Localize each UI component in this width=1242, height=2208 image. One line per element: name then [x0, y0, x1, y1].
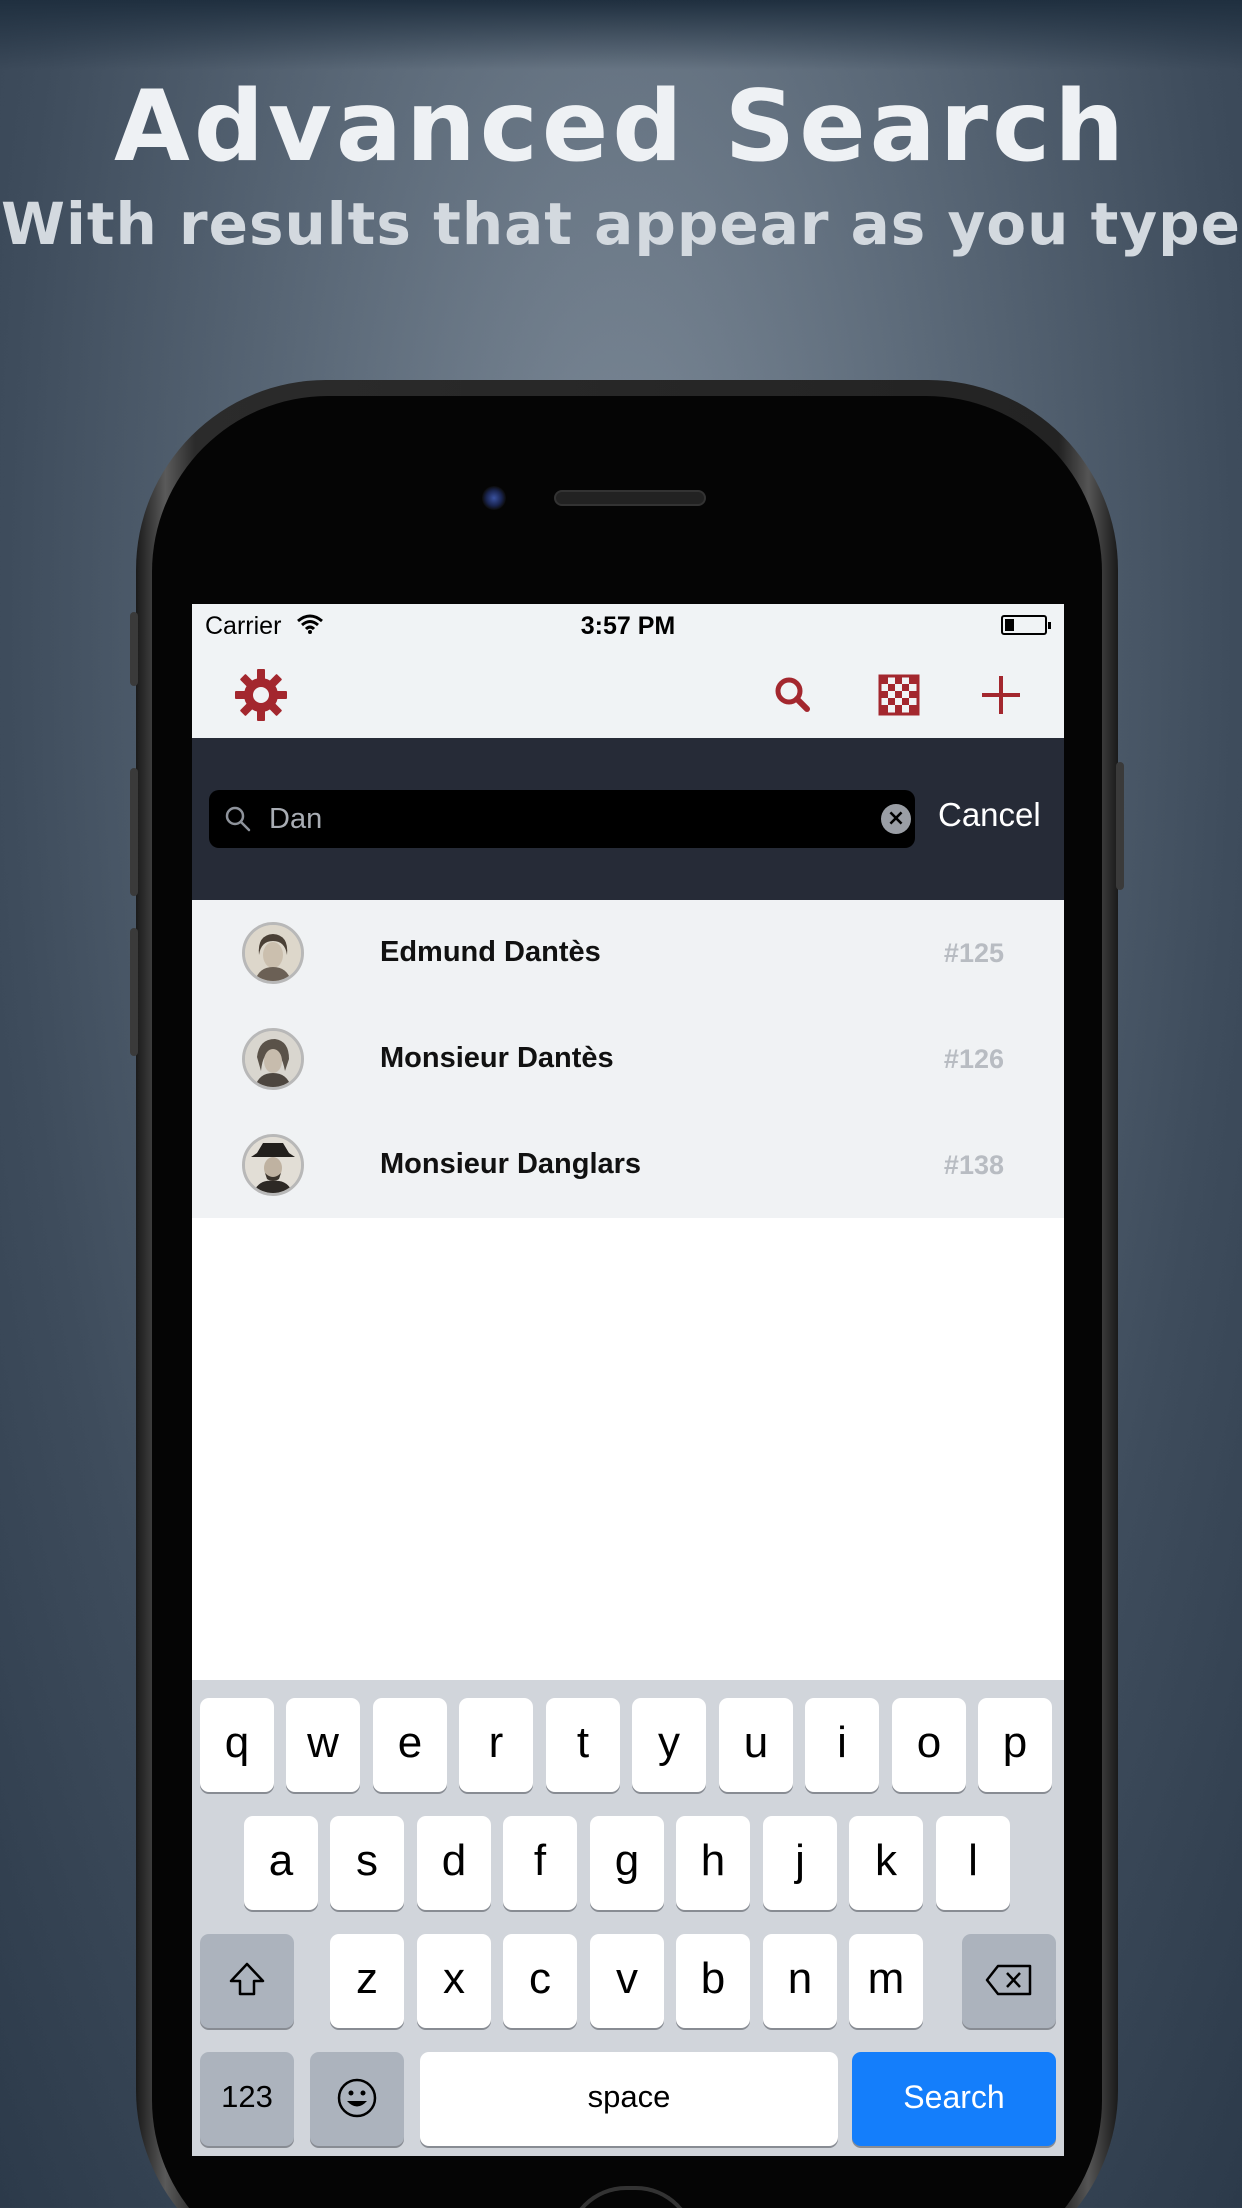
checkerboard-icon[interactable]	[872, 668, 926, 722]
key-m[interactable]: m	[849, 1934, 923, 2028]
key-p[interactable]: p	[978, 1698, 1052, 1792]
key-q[interactable]: q	[200, 1698, 274, 1792]
phone-screen: Carrier 3:57 PM Dan × Cancel Edmund Dant…	[192, 604, 1064, 2156]
search-field[interactable]: ×	[209, 790, 915, 848]
search-icon[interactable]	[766, 668, 820, 722]
top-shade	[0, 0, 1242, 70]
key-g[interactable]: g	[590, 1816, 664, 1910]
key-k[interactable]: k	[849, 1816, 923, 1910]
promo-subtitle: With results that appear as you type	[0, 190, 1242, 258]
key-l[interactable]: l	[936, 1816, 1010, 1910]
gear-icon[interactable]	[234, 668, 288, 722]
result-row[interactable]: Monsieur Dantès #126	[192, 1006, 1064, 1112]
numbers-key[interactable]: 123	[200, 2052, 294, 2146]
clock: 3:57 PM	[580, 612, 676, 640]
result-name: Monsieur Danglars	[380, 1148, 642, 1180]
key-j[interactable]: j	[763, 1816, 837, 1910]
search-key[interactable]: Search	[852, 2052, 1056, 2146]
key-i[interactable]: i	[805, 1698, 879, 1792]
front-camera	[482, 486, 506, 510]
search-field-magnifier-icon	[223, 804, 253, 838]
clear-text-icon[interactable]: ×	[881, 804, 911, 834]
key-v[interactable]: v	[590, 1934, 664, 2028]
key-a[interactable]: a	[244, 1816, 318, 1910]
keyboard: q w e r t y u i o p a s d f g h j k l z …	[192, 1680, 1064, 2156]
avatar	[242, 922, 304, 984]
cancel-button[interactable]: Cancel	[938, 796, 1041, 834]
mute-switch	[130, 612, 138, 686]
avatar	[242, 1028, 304, 1090]
key-x[interactable]: x	[417, 1934, 491, 2028]
emoji-icon	[337, 2078, 377, 2118]
delete-key[interactable]	[962, 1934, 1056, 2028]
power-button	[1116, 762, 1124, 890]
emoji-key[interactable]	[310, 2052, 404, 2146]
result-row[interactable]: Monsieur Danglars #138	[192, 1112, 1064, 1218]
key-u[interactable]: u	[719, 1698, 793, 1792]
key-t[interactable]: t	[546, 1698, 620, 1792]
key-e[interactable]: e	[373, 1698, 447, 1792]
result-row[interactable]: Edmund Dantès #125	[192, 900, 1064, 1006]
result-number: #125	[943, 938, 1004, 968]
key-o[interactable]: o	[892, 1698, 966, 1792]
search-input[interactable]	[269, 798, 829, 840]
key-r[interactable]: r	[459, 1698, 533, 1792]
backspace-icon	[985, 1964, 1032, 1996]
key-b[interactable]: b	[676, 1934, 750, 2028]
key-s[interactable]: s	[330, 1816, 404, 1910]
volume-up-button	[130, 768, 138, 896]
shift-key[interactable]	[200, 1934, 294, 2028]
result-name: Monsieur Dantès	[380, 1042, 614, 1074]
key-f[interactable]: f	[503, 1816, 577, 1910]
space-key[interactable]: space	[420, 2052, 838, 2146]
key-h[interactable]: h	[676, 1816, 750, 1910]
plus-icon[interactable]	[974, 668, 1028, 722]
shift-arrow-icon	[229, 1962, 265, 1996]
key-n[interactable]: n	[763, 1934, 837, 2028]
result-name: Edmund Dantès	[380, 936, 601, 968]
status-bar: Carrier 3:57 PM	[192, 604, 1064, 646]
results-list: Edmund Dantès #125 Monsieur Dantès #126	[192, 900, 1064, 1218]
key-c[interactable]: c	[503, 1934, 577, 2028]
key-z[interactable]: z	[330, 1934, 404, 2028]
earpiece-speaker	[554, 490, 706, 506]
result-number: #126	[943, 1044, 1004, 1074]
key-y[interactable]: y	[632, 1698, 706, 1792]
volume-down-button	[130, 928, 138, 1056]
battery-icon	[1001, 615, 1051, 635]
search-bar: × Cancel	[192, 738, 1064, 900]
navigation-bar	[192, 646, 1064, 738]
key-d[interactable]: d	[417, 1816, 491, 1910]
avatar	[242, 1134, 304, 1196]
key-w[interactable]: w	[286, 1698, 360, 1792]
promo-title: Advanced Search	[114, 70, 1128, 184]
result-number: #138	[943, 1150, 1004, 1180]
